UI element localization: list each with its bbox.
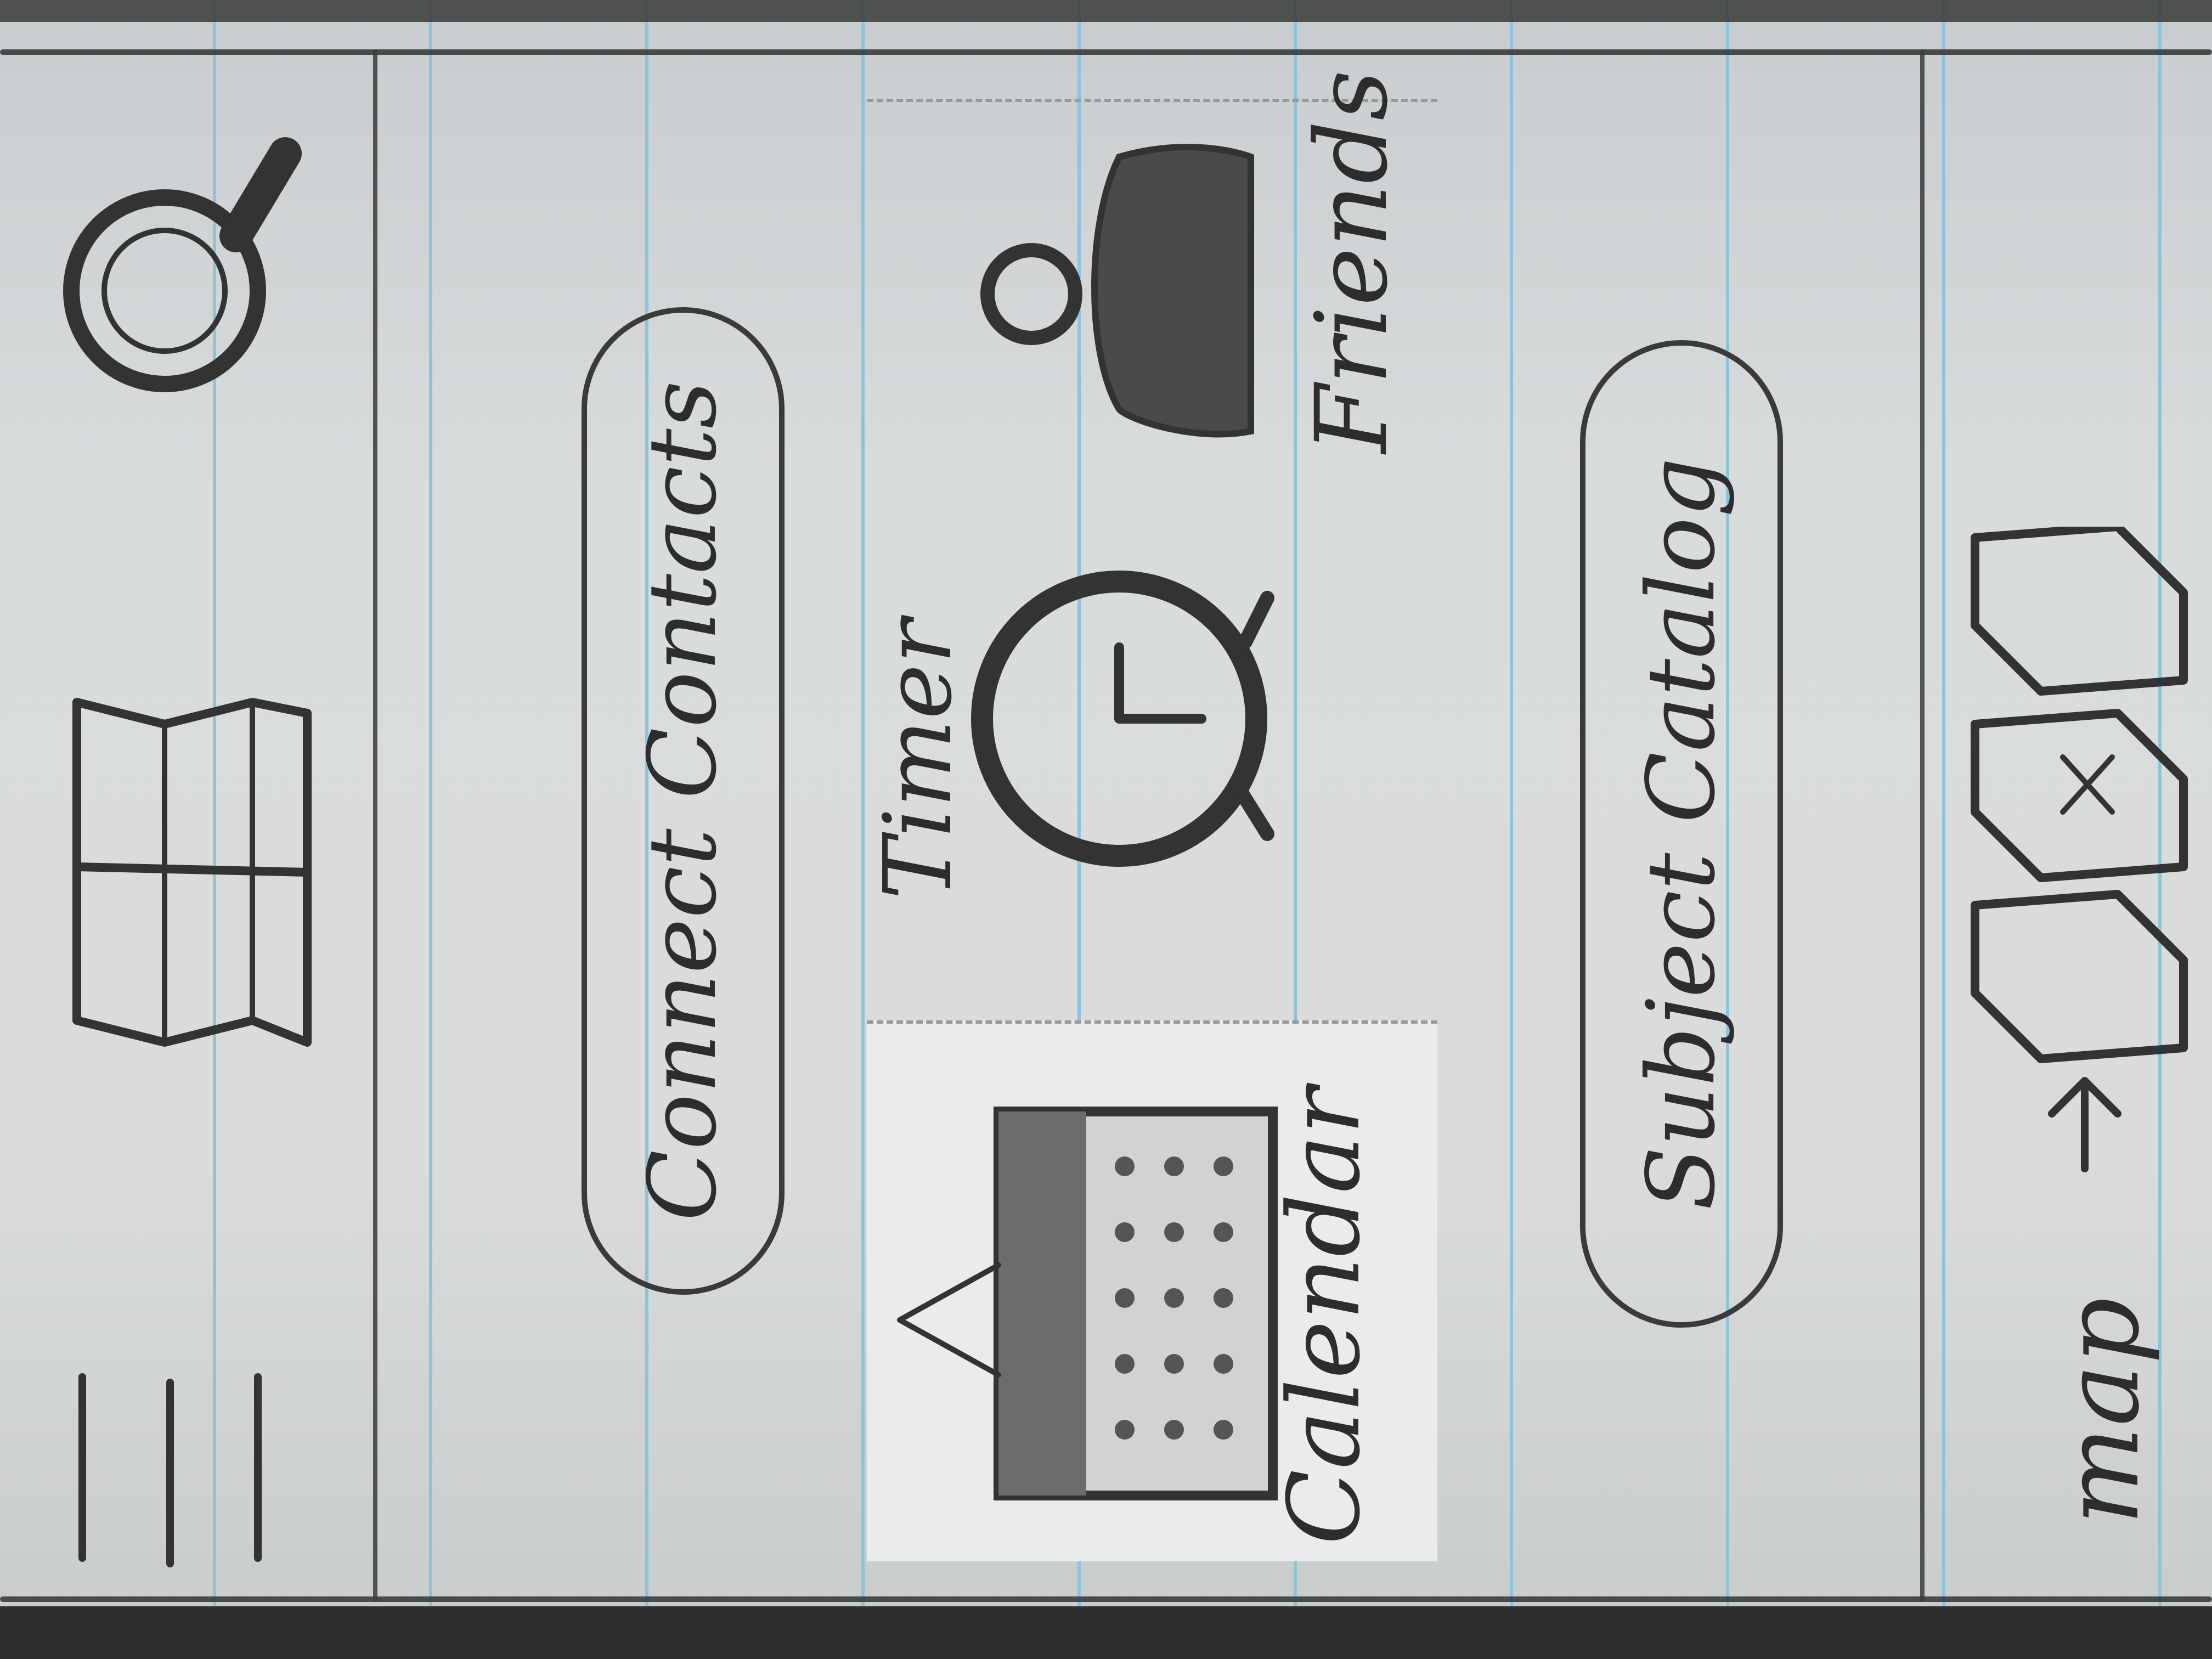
calendar-tile[interactable]: Calendar [867, 1020, 1437, 1561]
alarm-clock-icon [971, 571, 1274, 867]
header-divider [373, 49, 377, 1602]
subject-catalog-label: Subject Catalog [1627, 457, 1736, 1211]
search-icon[interactable] [22, 110, 307, 406]
timer-tile[interactable]: Timer [864, 472, 1437, 922]
map-label[interactable]: map [2041, 1297, 2162, 1525]
calendar-icon [897, 1107, 1278, 1500]
frame-bottom-border [0, 1596, 2212, 1602]
frame-top-border [0, 49, 2212, 55]
connect-contacts-label: Connect Contacts [629, 381, 738, 1221]
page-edge-bottom [0, 1606, 2212, 1659]
friends-label: Friends [1295, 70, 1409, 453]
footer-divider [1920, 49, 1925, 1602]
hamburger-menu-icon[interactable] [49, 1361, 291, 1580]
connect-contacts-button[interactable]: Connect Contacts [582, 307, 785, 1295]
page-edge-top [0, 0, 2212, 22]
subject-catalog-button[interactable]: Subject Catalog [1580, 340, 1783, 1328]
open-book-icon[interactable] [55, 680, 340, 1064]
timer-label: Timer [864, 619, 973, 900]
calendar-label: Calendar [1267, 1087, 1382, 1545]
folded-map-icon[interactable] [1953, 527, 2194, 1075]
person-icon [980, 144, 1254, 438]
arrow-right-icon [2048, 1077, 2121, 1172]
friends-tile[interactable]: Friends [867, 70, 1437, 453]
